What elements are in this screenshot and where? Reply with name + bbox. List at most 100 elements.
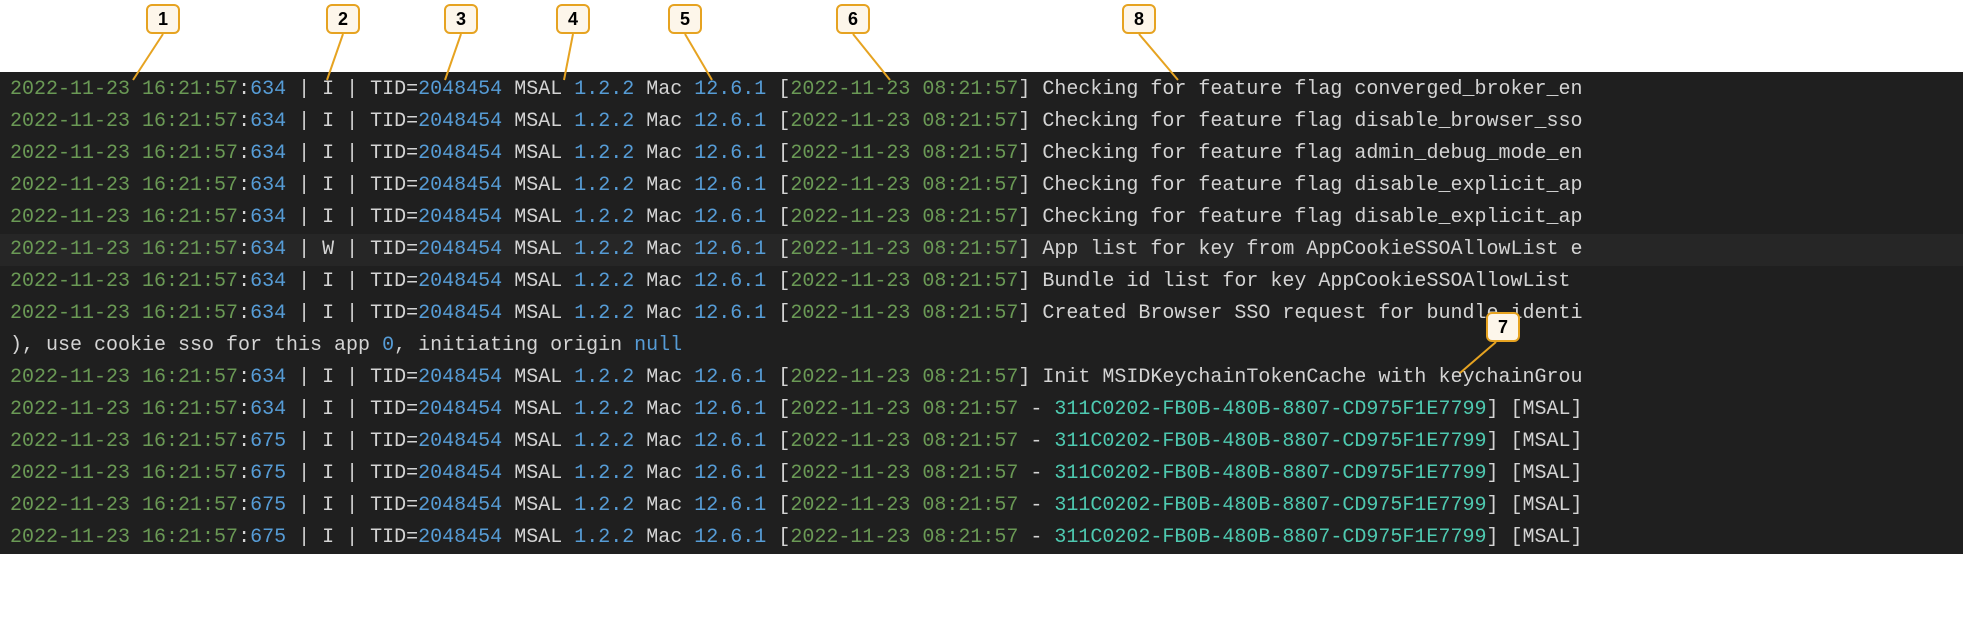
log-row[interactable]: 2022-11-23 16:21:57:675 | I | TID=204845… — [0, 522, 1963, 554]
log-lib-version: 1.2.2 — [574, 142, 634, 165]
sep-space — [130, 142, 142, 165]
log-row[interactable]: 2022-11-23 16:21:57:634 | I | TID=204845… — [0, 74, 1963, 106]
log-row[interactable]: 2022-11-23 16:21:57:675 | I | TID=204845… — [0, 490, 1963, 522]
sep-bracket-close: ] — [1018, 174, 1042, 197]
sep-space — [130, 430, 142, 453]
log-row[interactable]: 2022-11-23 16:21:57:634 | I | TID=204845… — [0, 298, 1963, 330]
log-lib-version: 1.2.2 — [574, 110, 634, 133]
log-tid: 2048454 — [418, 174, 502, 197]
sep-space — [682, 398, 694, 421]
log-lib: MSAL — [514, 366, 562, 389]
log-row[interactable]: 2022-11-23 16:21:57:634 | W | TID=204845… — [0, 234, 1963, 266]
log-utc: 2022-11-23 08:21:57 — [790, 526, 1018, 549]
callout-leader — [445, 34, 463, 82]
sep-space — [682, 110, 694, 133]
sep-bracket-close: ] — [1018, 142, 1042, 165]
sep-space — [130, 238, 142, 261]
log-correlation-id: 311C0202-FB0B-480B-8807-CD975F1E7799 — [1054, 398, 1486, 421]
sep-pipe: | — [334, 494, 370, 517]
log-tid: 2048454 — [418, 494, 502, 517]
log-row[interactable]: 2022-11-23 16:21:57:634 | I | TID=204845… — [0, 362, 1963, 394]
sep-colon: : — [238, 526, 250, 549]
log-lib-version: 1.2.2 — [574, 238, 634, 261]
log-row[interactable]: 2022-11-23 16:21:57:634 | I | TID=204845… — [0, 106, 1963, 138]
log-row[interactable]: 2022-11-23 16:21:57:634 | I | TID=204845… — [0, 394, 1963, 426]
log-time: 16:21:57 — [142, 462, 238, 485]
callout-box: 2 — [326, 4, 360, 34]
log-time: 16:21:57 — [142, 366, 238, 389]
log-row[interactable]: 2022-11-23 16:21:57:634 | I | TID=204845… — [0, 138, 1963, 170]
log-utc: 2022-11-23 08:21:57 — [790, 366, 1018, 389]
log-level: I — [322, 302, 334, 325]
log-message: Checking for feature flag disable_explic… — [1042, 174, 1582, 197]
log-utc: 2022-11-23 08:21:57 — [790, 398, 1018, 421]
sep-bracket-open: [ — [766, 174, 790, 197]
sep-pipe: | — [286, 238, 322, 261]
log-tid-label: TID= — [370, 494, 418, 517]
sep-pipe: | — [286, 142, 322, 165]
log-utc: 2022-11-23 08:21:57 — [790, 270, 1018, 293]
log-level: W — [322, 238, 334, 261]
log-os-version: 12.6.1 — [694, 142, 766, 165]
sep-space — [502, 462, 514, 485]
sep-space — [634, 494, 646, 517]
sep-space — [634, 174, 646, 197]
log-lib: MSAL — [514, 430, 562, 453]
sep-space — [502, 174, 514, 197]
log-lib-version: 1.2.2 — [574, 494, 634, 517]
log-lib-version: 1.2.2 — [574, 206, 634, 229]
log-os: Mac — [646, 398, 682, 421]
log-tid: 2048454 — [418, 430, 502, 453]
log-date: 2022-11-23 — [10, 430, 130, 453]
log-row[interactable]: 2022-11-23 16:21:57:634 | I | TID=204845… — [0, 170, 1963, 202]
log-time: 16:21:57 — [142, 238, 238, 261]
sep-bracket-open: [ — [766, 238, 790, 261]
sep-colon: : — [238, 142, 250, 165]
log-os-version: 12.6.1 — [694, 430, 766, 453]
log-tid-label: TID= — [370, 526, 418, 549]
log-ms: 634 — [250, 110, 286, 133]
log-row[interactable]: 2022-11-23 16:21:57:675 | I | TID=204845… — [0, 458, 1963, 490]
log-level: I — [322, 526, 334, 549]
log-row[interactable]: 2022-11-23 16:21:57:634 | I | TID=204845… — [0, 202, 1963, 234]
sep-space — [682, 302, 694, 325]
log-os-version: 12.6.1 — [694, 366, 766, 389]
log-level: I — [322, 462, 334, 485]
log-tag: [MSAL] — [1510, 462, 1582, 485]
log-tid: 2048454 — [418, 206, 502, 229]
callout-leader — [133, 34, 165, 82]
sep-bracket-close: ] — [1018, 110, 1042, 133]
log-tid-label: TID= — [370, 238, 418, 261]
log-row[interactable]: 2022-11-23 16:21:57:675 | I | TID=204845… — [0, 426, 1963, 458]
log-lib: MSAL — [514, 270, 562, 293]
sep-colon: : — [238, 206, 250, 229]
sep-space — [682, 366, 694, 389]
sep-space — [130, 302, 142, 325]
log-os: Mac — [646, 366, 682, 389]
log-lib-version: 1.2.2 — [574, 366, 634, 389]
log-os-version: 12.6.1 — [694, 110, 766, 133]
sep-pipe: | — [334, 110, 370, 133]
sep-colon: : — [238, 398, 250, 421]
log-row[interactable]: ), use cookie sso for this app 0, initia… — [0, 330, 1963, 362]
log-os: Mac — [646, 206, 682, 229]
log-utc: 2022-11-23 08:21:57 — [790, 174, 1018, 197]
callout-leader — [685, 34, 714, 82]
log-tid-label: TID= — [370, 270, 418, 293]
sep-space — [562, 270, 574, 293]
log-utc: 2022-11-23 08:21:57 — [790, 430, 1018, 453]
log-tid: 2048454 — [418, 110, 502, 133]
log-tid-label: TID= — [370, 174, 418, 197]
log-lib: MSAL — [514, 206, 562, 229]
sep-colon: : — [238, 462, 250, 485]
sep-space — [130, 366, 142, 389]
sep-space — [562, 366, 574, 389]
log-date: 2022-11-23 — [10, 238, 130, 261]
log-row[interactable]: 2022-11-23 16:21:57:634 | I | TID=204845… — [0, 266, 1963, 298]
callout-box: 1 — [146, 4, 180, 34]
sep-colon: : — [238, 174, 250, 197]
callout-strip: 1234568 — [0, 0, 1963, 72]
sep-space — [562, 430, 574, 453]
sep-space — [130, 270, 142, 293]
log-ms: 634 — [250, 174, 286, 197]
